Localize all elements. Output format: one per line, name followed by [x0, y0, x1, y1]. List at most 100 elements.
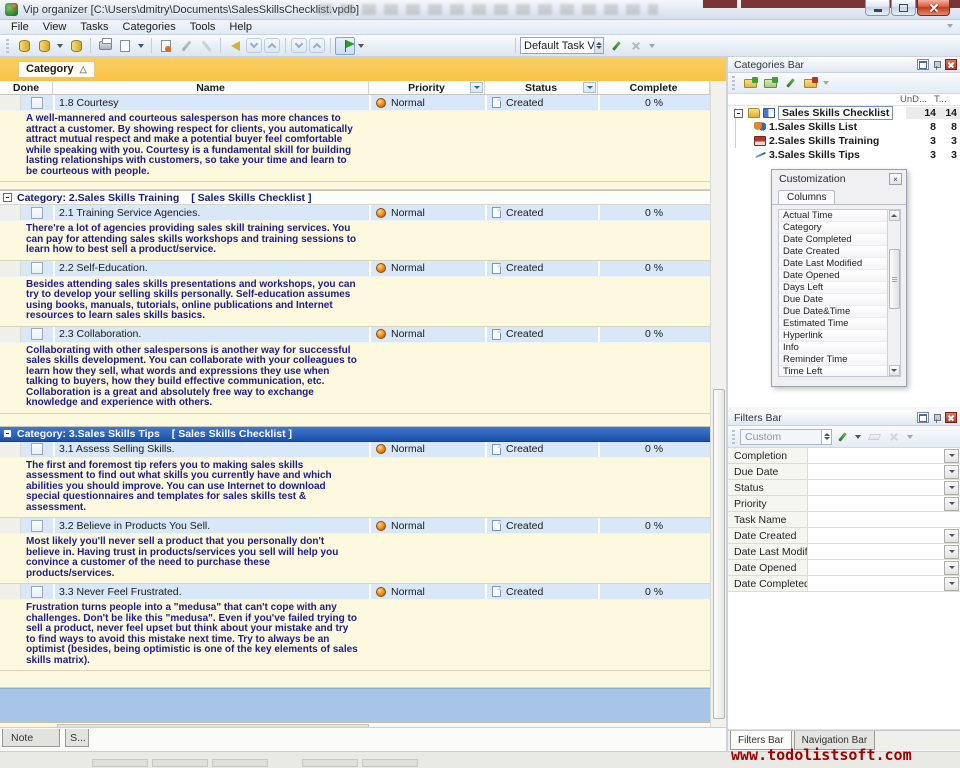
- done-checkbox[interactable]: [31, 520, 43, 532]
- minimize-button[interactable]: [865, 0, 890, 16]
- customization-title-bar[interactable]: Customization ×: [772, 170, 906, 188]
- task-name[interactable]: 3.2 Believe in Products You Sell.: [53, 518, 369, 533]
- column-option[interactable]: Category: [779, 222, 887, 234]
- filter-dropdown-button[interactable]: [944, 529, 959, 543]
- scroll-up-icon[interactable]: [889, 210, 900, 221]
- column-option[interactable]: Reminder Time: [779, 354, 887, 366]
- column-header-status[interactable]: Status: [485, 81, 598, 94]
- menu-tasks[interactable]: Tasks: [73, 21, 115, 33]
- delete-task-icon[interactable]: [197, 37, 215, 54]
- rollback-icon[interactable]: [226, 37, 244, 54]
- menu-categories[interactable]: Categories: [116, 21, 183, 33]
- edit-view-icon[interactable]: [607, 37, 625, 54]
- print-dropdown-icon[interactable]: [138, 44, 144, 48]
- done-checkbox[interactable]: [31, 328, 43, 340]
- column-option[interactable]: Date Last Modified: [779, 258, 887, 270]
- customization-scrollbar[interactable]: [887, 210, 900, 376]
- task-name[interactable]: 2.3 Collaboration.: [53, 327, 369, 342]
- filter-dropdown-button[interactable]: [944, 545, 959, 559]
- filters-bar-title[interactable]: Filters Bar: [728, 410, 960, 426]
- menu-view[interactable]: View: [36, 21, 74, 33]
- column-total[interactable]: T...: [934, 94, 960, 105]
- done-checkbox[interactable]: [31, 207, 43, 219]
- categories-bar-title[interactable]: Categories Bar: [728, 57, 960, 73]
- column-header-complete[interactable]: Complete: [598, 81, 710, 94]
- task-name[interactable]: 2.1 Training Service Agencies.: [53, 205, 369, 220]
- delete-view-icon[interactable]: [627, 37, 645, 54]
- pin-icon[interactable]: [931, 412, 943, 423]
- filter-dropdown-button[interactable]: [944, 481, 959, 495]
- tree-item-label[interactable]: 3.Sales Skills Tips: [769, 149, 860, 161]
- column-option[interactable]: Hyperlink: [779, 330, 887, 342]
- filter-dropdown-button[interactable]: [944, 577, 959, 591]
- tree-item-label[interactable]: 1.Sales Skills List: [769, 121, 857, 133]
- filter-value[interactable]: [808, 528, 944, 543]
- menu-tools[interactable]: Tools: [183, 21, 223, 33]
- filter-dropdown-button[interactable]: [944, 449, 959, 463]
- flag-dropdown-icon[interactable]: [358, 44, 364, 48]
- column-header-name[interactable]: Name: [53, 81, 369, 94]
- new-task-icon[interactable]: [157, 37, 175, 54]
- apply-filter-icon[interactable]: [833, 428, 851, 445]
- column-option[interactable]: Estimated Time: [779, 318, 887, 330]
- move-up-button[interactable]: [264, 38, 280, 53]
- task-name[interactable]: 2.2 Self-Education.: [53, 261, 369, 276]
- filter-value[interactable]: [808, 496, 944, 511]
- task-name[interactable]: 3.3 Never Feel Frustrated.: [53, 584, 369, 599]
- column-option[interactable]: Date Completed: [779, 234, 887, 246]
- collapse-icon[interactable]: [3, 429, 12, 438]
- undock-icon[interactable]: [917, 412, 929, 423]
- column-option[interactable]: Actual Time: [779, 210, 887, 222]
- tree-item-label[interactable]: 2.Sales Skills Training: [769, 135, 879, 147]
- filter-value[interactable]: [808, 480, 944, 495]
- filter-value[interactable]: [808, 512, 960, 527]
- close-panel-icon[interactable]: [945, 59, 957, 70]
- filter-value[interactable]: [808, 448, 944, 463]
- filters-overflow-icon[interactable]: [907, 435, 913, 439]
- filter-value[interactable]: [808, 560, 944, 575]
- menu-file[interactable]: File: [4, 21, 36, 33]
- done-checkbox[interactable]: [31, 97, 43, 109]
- column-header-priority[interactable]: Priority: [369, 81, 485, 94]
- task-name[interactable]: 3.1 Assess Selling Skills.: [53, 442, 369, 457]
- filter-value[interactable]: [808, 576, 944, 591]
- undock-icon[interactable]: [917, 59, 929, 70]
- tree-item-checklist[interactable]: Sales Skills Checklist 14 14: [728, 106, 960, 120]
- filter-dropdown-button[interactable]: [944, 465, 959, 479]
- task-row[interactable]: 3.2 Believe in Products You Sell. Normal…: [0, 518, 710, 534]
- edit-task-icon[interactable]: [177, 37, 195, 54]
- toolbar-grip[interactable]: [6, 39, 9, 53]
- toolbar-grip[interactable]: [732, 76, 735, 90]
- tab-columns[interactable]: Columns: [778, 190, 835, 204]
- filter-value[interactable]: [808, 544, 944, 559]
- flag-view-button[interactable]: [335, 37, 355, 55]
- tree-item-label[interactable]: Sales Skills Checklist: [778, 106, 893, 120]
- scrollbar-thumb[interactable]: [713, 389, 725, 719]
- new-subcategory-icon[interactable]: [761, 75, 779, 92]
- task-row[interactable]: 2.3 Collaboration. Normal Created 0 %: [0, 327, 710, 343]
- column-option[interactable]: Days Left: [779, 282, 887, 294]
- tree-item-category[interactable]: 1.Sales Skills List 8 8: [728, 120, 960, 134]
- task-name[interactable]: 1.8 Courtesy: [53, 95, 369, 110]
- task-view-combo[interactable]: Default Task V: [520, 37, 604, 54]
- menu-help[interactable]: Help: [222, 21, 259, 33]
- category-group-row[interactable]: Category: 2.Sales Skills Training [ Sale…: [0, 190, 710, 205]
- delete-category-icon[interactable]: [801, 75, 819, 92]
- categories-overflow-icon[interactable]: [823, 81, 829, 85]
- filter-dropdown-button[interactable]: [944, 561, 959, 575]
- task-row[interactable]: 3.1 Assess Selling Skills. Normal Create…: [0, 442, 710, 458]
- column-option[interactable]: Info: [779, 342, 887, 354]
- move-down-button[interactable]: [246, 38, 262, 53]
- menu-overflow-icon[interactable]: [947, 24, 953, 28]
- done-checkbox[interactable]: [31, 262, 43, 274]
- new-database-icon[interactable]: [15, 37, 33, 54]
- close-panel-icon[interactable]: [945, 412, 957, 423]
- done-checkbox[interactable]: [31, 586, 43, 598]
- category-group-row-selected[interactable]: Category: 3.Sales Skills Tips [ Sales Sk…: [0, 427, 710, 442]
- task-row[interactable]: 1.8 Courtesy Normal Created 0 %: [0, 95, 710, 111]
- customization-close-icon[interactable]: ×: [889, 173, 902, 185]
- vertical-scrollbar[interactable]: [710, 81, 726, 727]
- close-button[interactable]: [917, 0, 950, 16]
- group-by-category-chip[interactable]: Category △: [18, 61, 95, 78]
- done-checkbox[interactable]: [31, 443, 43, 455]
